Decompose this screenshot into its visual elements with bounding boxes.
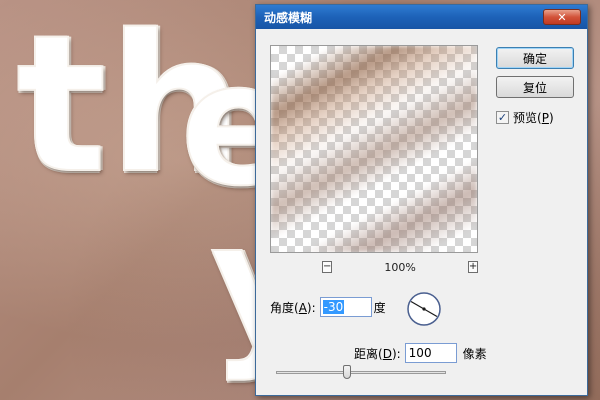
- close-icon: ✕: [557, 10, 567, 24]
- zoom-in-button[interactable]: +: [467, 261, 479, 273]
- preview-checkbox-row[interactable]: ✓ 预览(P): [496, 109, 554, 126]
- distance-slider[interactable]: [276, 371, 446, 374]
- reset-button[interactable]: 复位: [496, 76, 574, 98]
- dialog-titlebar[interactable]: 动感模糊 ✕: [256, 5, 587, 29]
- blur-preview-image: [271, 46, 477, 252]
- preview-label: 预览(P): [513, 111, 554, 125]
- dialog-title: 动感模糊: [264, 10, 313, 25]
- motion-blur-dialog: 动感模糊 ✕ − 100% + 确定 复位 ✓ 预览(P) 角度(A): -30: [255, 4, 588, 396]
- distance-unit: 像素: [462, 346, 487, 361]
- angle-label: 角度(A):: [270, 300, 316, 315]
- zoom-out-button[interactable]: −: [322, 261, 333, 273]
- ok-button[interactable]: 确定: [496, 47, 574, 69]
- angle-dial[interactable]: [406, 291, 442, 327]
- angle-row: 角度(A): -30 度: [270, 297, 386, 317]
- zoom-level: 100%: [384, 260, 416, 274]
- distance-row: 距离(D): 100 像素: [354, 343, 487, 363]
- preview-checkbox[interactable]: ✓: [496, 111, 509, 124]
- distance-slider-thumb[interactable]: [343, 365, 352, 379]
- distance-input[interactable]: 100: [404, 343, 457, 363]
- preview-zoom-controls: − 100% +: [270, 259, 479, 275]
- angle-input[interactable]: -30: [319, 297, 372, 317]
- photoshop-canvas: t h e y 动感模糊 ✕ − 100% + 确定 复位 ✓ 预览(P) 角度…: [0, 0, 600, 400]
- angle-value: -30: [322, 300, 345, 314]
- close-button[interactable]: ✕: [543, 9, 581, 25]
- chocolate-letter-t: t: [15, 0, 108, 215]
- distance-label: 距离(D):: [354, 346, 401, 361]
- blur-preview[interactable]: [270, 45, 478, 253]
- angle-unit: 度: [373, 300, 386, 315]
- checkmark-icon: ✓: [497, 111, 508, 124]
